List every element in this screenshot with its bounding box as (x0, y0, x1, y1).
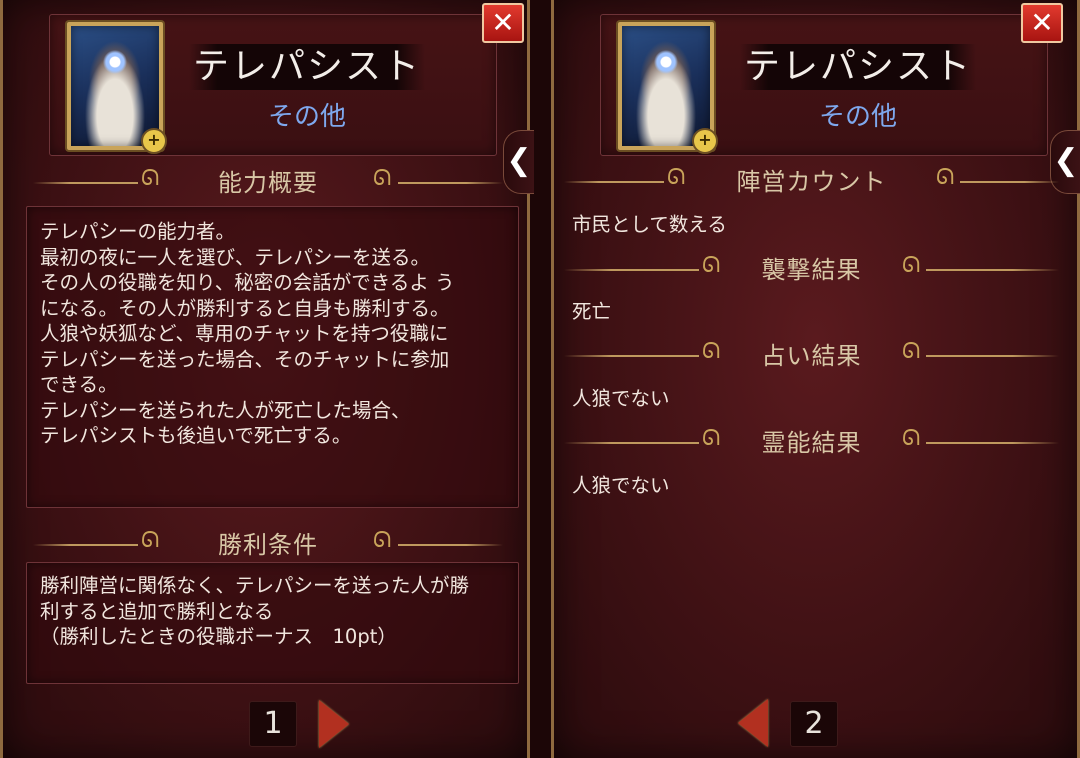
section-heading-label: 陣営カウント (736, 168, 887, 196)
role-info-panel-page-1: + テレパシスト その他 ✕ ❮ ᘏ ᘏ 能力概要 テレパシーの能力者。 最初の… (0, 0, 534, 758)
section-heading-label: 霊能結果 (761, 429, 862, 457)
ability-heading-label: 能力概要 (218, 169, 318, 197)
zoom-plus-icon[interactable]: + (141, 128, 167, 154)
medium-result-heading: ᘏ ᘏ 霊能結果 (564, 426, 1059, 458)
faction-count-text: 市民として数える (572, 213, 727, 236)
attack-result-heading: ᘏ ᘏ 襲撃結果 (564, 253, 1059, 285)
chevron-left-icon: ❮ (506, 143, 532, 178)
medium-result-text: 人狼でない (572, 474, 670, 497)
victory-heading: ᘏ ᘏ 勝利条件 (33, 528, 503, 560)
ability-heading: ᘏ ᘏ 能力概要 (33, 166, 503, 198)
close-button[interactable]: ✕ (1021, 3, 1063, 43)
ability-text: テレパシーの能力者。 最初の夜に一人を選び、テレパシーを送る。 その人の役職を知… (40, 220, 455, 447)
role-name: テレパシスト (743, 46, 972, 87)
section-heading-label: 襲撃結果 (761, 256, 862, 284)
role-faction: その他 (267, 102, 346, 132)
role-faction: その他 (818, 102, 897, 132)
role-info-panel-page-2: + テレパシスト その他 ✕ ❮ ᘏ ᘏ 陣営カウント 市民として数える ᘏ ᘏ… (551, 0, 1080, 758)
next-page-arrow[interactable] (319, 700, 349, 748)
faction-count-heading: ᘏ ᘏ 陣営カウント (564, 165, 1059, 197)
role-portrait[interactable]: + (618, 22, 718, 154)
role-portrait[interactable]: + (67, 22, 167, 154)
divination-result-heading: ᘏ ᘏ 占い結果 (564, 339, 1059, 371)
close-x-icon: ✕ (491, 6, 515, 39)
page-number: 1 (249, 701, 297, 747)
divination-result-text: 人狼でない (572, 387, 670, 410)
side-tab-button[interactable]: ❮ (503, 130, 534, 194)
zoom-plus-icon[interactable]: + (692, 128, 718, 154)
victory-text: 勝利陣営に関係なく、テレパシーを送った人が勝 利すると追加で勝利となる （勝利し… (40, 574, 470, 648)
close-x-icon: ✕ (1030, 6, 1054, 39)
panel-gap (530, 0, 551, 758)
close-button[interactable]: ✕ (482, 3, 524, 43)
role-name: テレパシスト (192, 46, 421, 87)
victory-heading-label: 勝利条件 (218, 531, 318, 559)
attack-result-text: 死亡 (572, 300, 612, 323)
prev-page-arrow[interactable] (738, 699, 768, 747)
section-heading-label: 占い結果 (761, 342, 862, 370)
page-number: 2 (790, 701, 838, 747)
